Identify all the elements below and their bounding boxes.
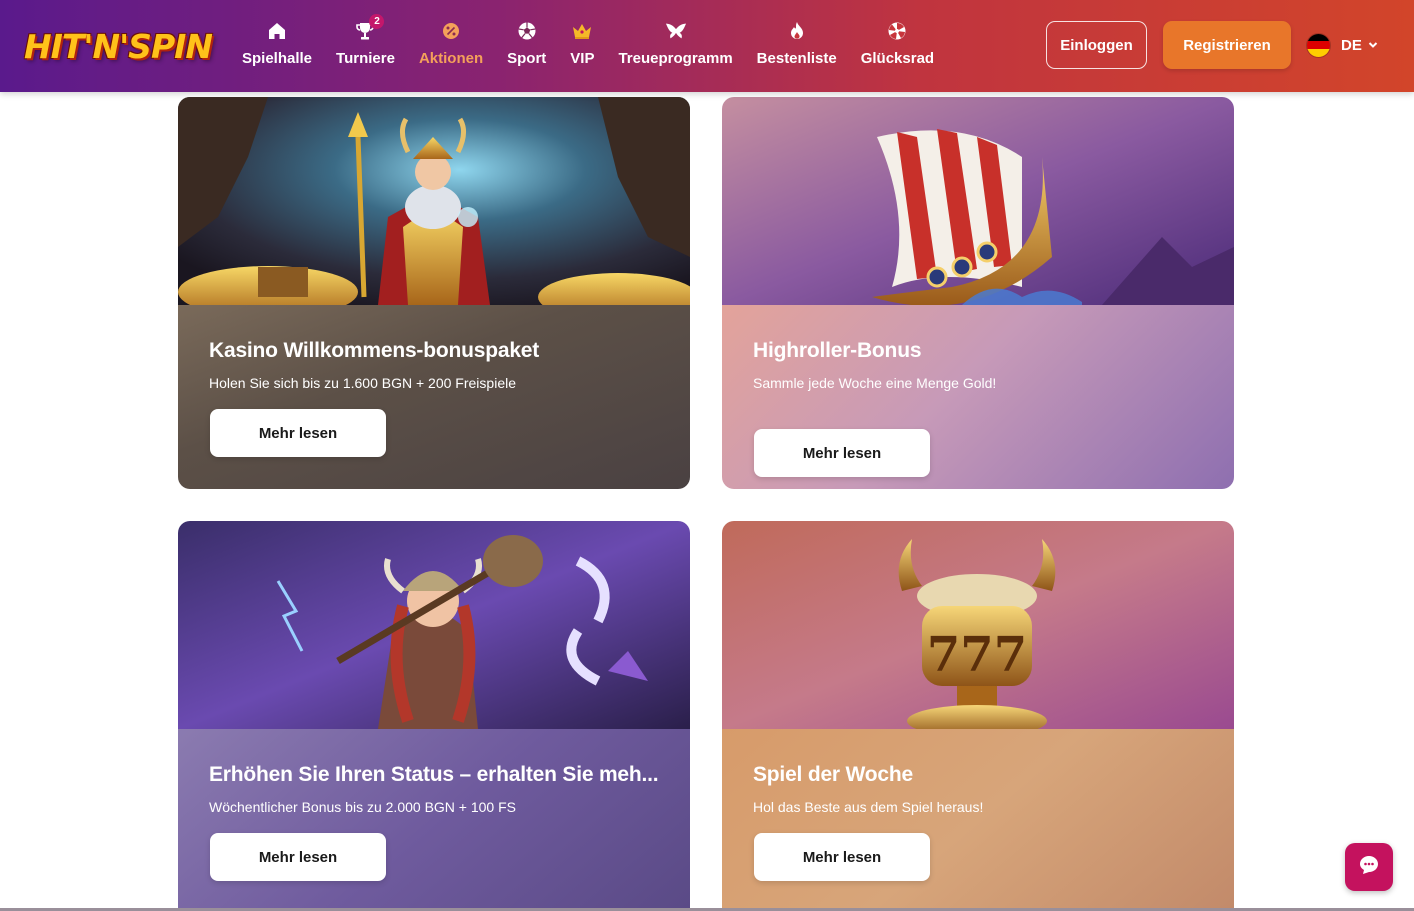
promo-card-game-of-week: 777 Spiel der Woche Hol das Beste aus de… [722, 521, 1234, 911]
promo-card-welcome-bonus: Kasino Willkommens-bonuspaket Holen Sie … [178, 97, 690, 489]
chat-bubble-icon [1358, 854, 1380, 881]
language-code: DE [1341, 36, 1362, 54]
site-header: HIT'N'SPIN Spielhalle 2 Turniere Aktione… [0, 0, 1414, 92]
main-nav: Spielhalle 2 Turniere Aktionen Sport VIP… [230, 14, 946, 78]
nav-label: Treueprogramm [618, 50, 733, 67]
nav-label: Sport [507, 50, 547, 67]
nav-label: Spielhalle [242, 50, 313, 67]
promotions-icon [440, 20, 462, 42]
promo-card-body: Spiel der Woche Hol das Beste aus dem Sp… [722, 729, 1234, 911]
svg-text:777: 777 [927, 627, 1027, 683]
nav-item-bestenliste[interactable]: Bestenliste [745, 14, 849, 78]
promo-card-body: Erhöhen Sie Ihren Status – erhalten Sie … [178, 729, 690, 911]
read-more-button[interactable]: Mehr lesen [754, 833, 930, 881]
chevron-down-icon [1368, 36, 1378, 54]
nav-item-gluecksrad[interactable]: Glücksrad [849, 14, 946, 78]
promo-subtitle: Holen Sie sich bis zu 1.600 BGN + 200 Fr… [209, 375, 516, 391]
promo-title: Spiel der Woche [753, 763, 913, 786]
read-more-button[interactable]: Mehr lesen [210, 833, 386, 881]
flame-icon [786, 20, 808, 42]
nav-label: Aktionen [418, 50, 484, 67]
nav-item-turniere[interactable]: 2 Turniere [324, 14, 407, 78]
wheel-icon [886, 20, 908, 42]
german-flag-icon [1306, 32, 1331, 58]
read-more-button[interactable]: Mehr lesen [210, 409, 386, 457]
crown-icon [571, 20, 593, 42]
promo-title: Erhöhen Sie Ihren Status – erhalten Sie … [209, 763, 659, 786]
notification-badge: 2 [369, 14, 385, 29]
language-selector[interactable]: DE [1306, 32, 1378, 58]
register-button[interactable]: Registrieren [1163, 21, 1291, 69]
promo-card-status-upgrade: Erhöhen Sie Ihren Status – erhalten Sie … [178, 521, 690, 911]
nav-item-aktionen[interactable]: Aktionen [407, 14, 495, 78]
promo-title: Highroller-Bonus [753, 339, 922, 362]
nav-label: Turniere [336, 50, 395, 67]
promo-card-body: Highroller-Bonus Sammle jede Woche eine … [722, 305, 1234, 489]
wings-icon [665, 20, 687, 42]
site-logo[interactable]: HIT'N'SPIN [24, 24, 213, 68]
nav-item-sport[interactable]: Sport [495, 14, 558, 78]
promo-image-viking-warrior [178, 521, 690, 729]
read-more-button[interactable]: Mehr lesen [754, 429, 930, 477]
nav-item-vip[interactable]: VIP [558, 14, 606, 78]
home-icon [266, 20, 288, 42]
promo-title: Kasino Willkommens-bonuspaket [209, 339, 540, 362]
promo-subtitle: Sammle jede Woche eine Menge Gold! [753, 375, 997, 391]
promo-image-777-trophy: 777 [722, 521, 1234, 729]
nav-label: VIP [570, 50, 595, 67]
promo-image-viking-ship [722, 97, 1234, 305]
nav-item-treueprogramm[interactable]: Treueprogramm [606, 14, 744, 78]
promo-card-body: Kasino Willkommens-bonuspaket Holen Sie … [178, 305, 690, 489]
chat-button[interactable] [1345, 843, 1393, 891]
promo-image-viking-king [178, 97, 690, 305]
promo-subtitle: Hol das Beste aus dem Spiel heraus! [753, 799, 984, 815]
login-button[interactable]: Einloggen [1046, 21, 1147, 69]
nav-label: Bestenliste [756, 50, 837, 67]
soccer-ball-icon [516, 20, 538, 42]
promo-card-highroller: Highroller-Bonus Sammle jede Woche eine … [722, 97, 1234, 489]
nav-item-spielhalle[interactable]: Spielhalle [230, 14, 324, 78]
nav-label: Glücksrad [860, 50, 935, 67]
logo-text: HIT'N'SPIN [23, 26, 213, 66]
promo-subtitle: Wöchentlicher Bonus bis zu 2.000 BGN + 1… [209, 799, 516, 815]
